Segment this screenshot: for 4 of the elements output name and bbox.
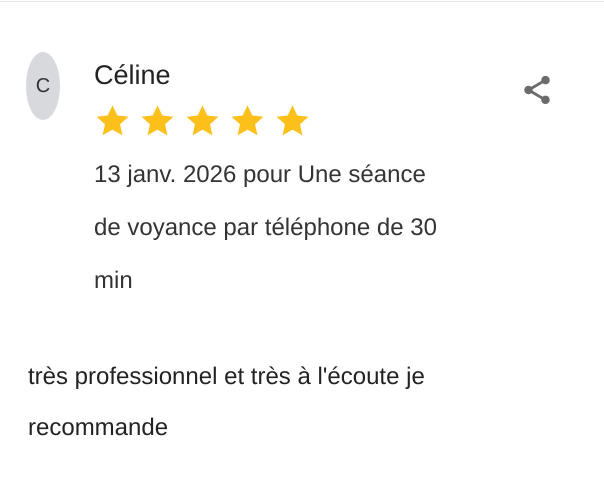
review-details: 13 janv. 2026 pour Une séance de voyance par téléphone de 30 min [94,160,438,296]
review-comment: très professionnel et très à l'écoute je recommande [27,362,426,443]
avatar: C [26,52,60,120]
reviewer-name: Céline [94,60,172,91]
